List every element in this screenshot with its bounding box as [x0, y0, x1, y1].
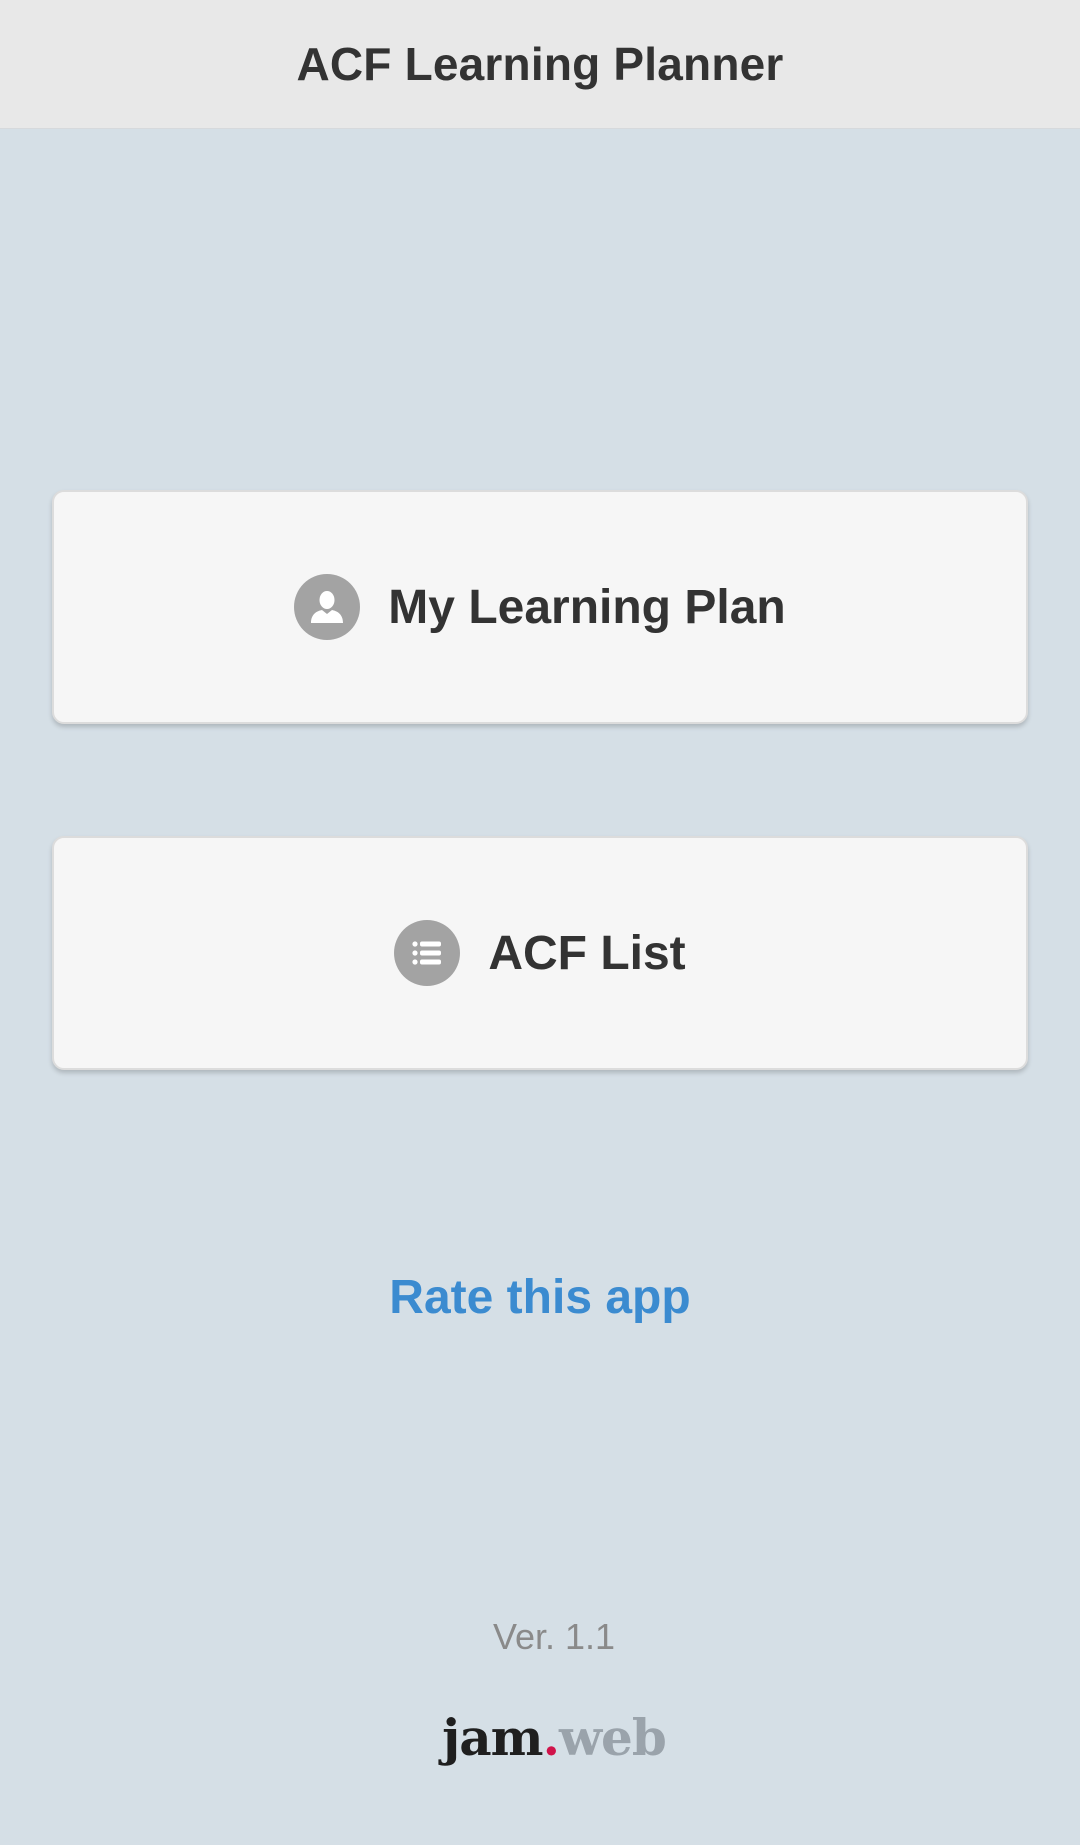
- logo-part-jam: jam: [442, 1708, 543, 1767]
- jamweb-logo: jam.web: [0, 1708, 1080, 1767]
- app-header: ACF Learning Planner: [0, 0, 1080, 129]
- my-learning-plan-label: My Learning Plan: [388, 580, 786, 634]
- logo-part-dot: .: [542, 1708, 560, 1767]
- person-icon: [294, 574, 361, 640]
- my-learning-plan-button[interactable]: My Learning Plan: [52, 490, 1028, 724]
- list-icon: [394, 920, 461, 986]
- version-label: Ver. 1.1: [492, 1616, 616, 1657]
- logo-part-web: web: [559, 1708, 667, 1767]
- acf-list-label: ACF List: [488, 926, 686, 980]
- rate-this-app-link[interactable]: Rate this app: [0, 1270, 1080, 1325]
- page-title: ACF Learning Planner: [296, 38, 784, 90]
- acf-list-button[interactable]: ACF List: [52, 836, 1028, 1070]
